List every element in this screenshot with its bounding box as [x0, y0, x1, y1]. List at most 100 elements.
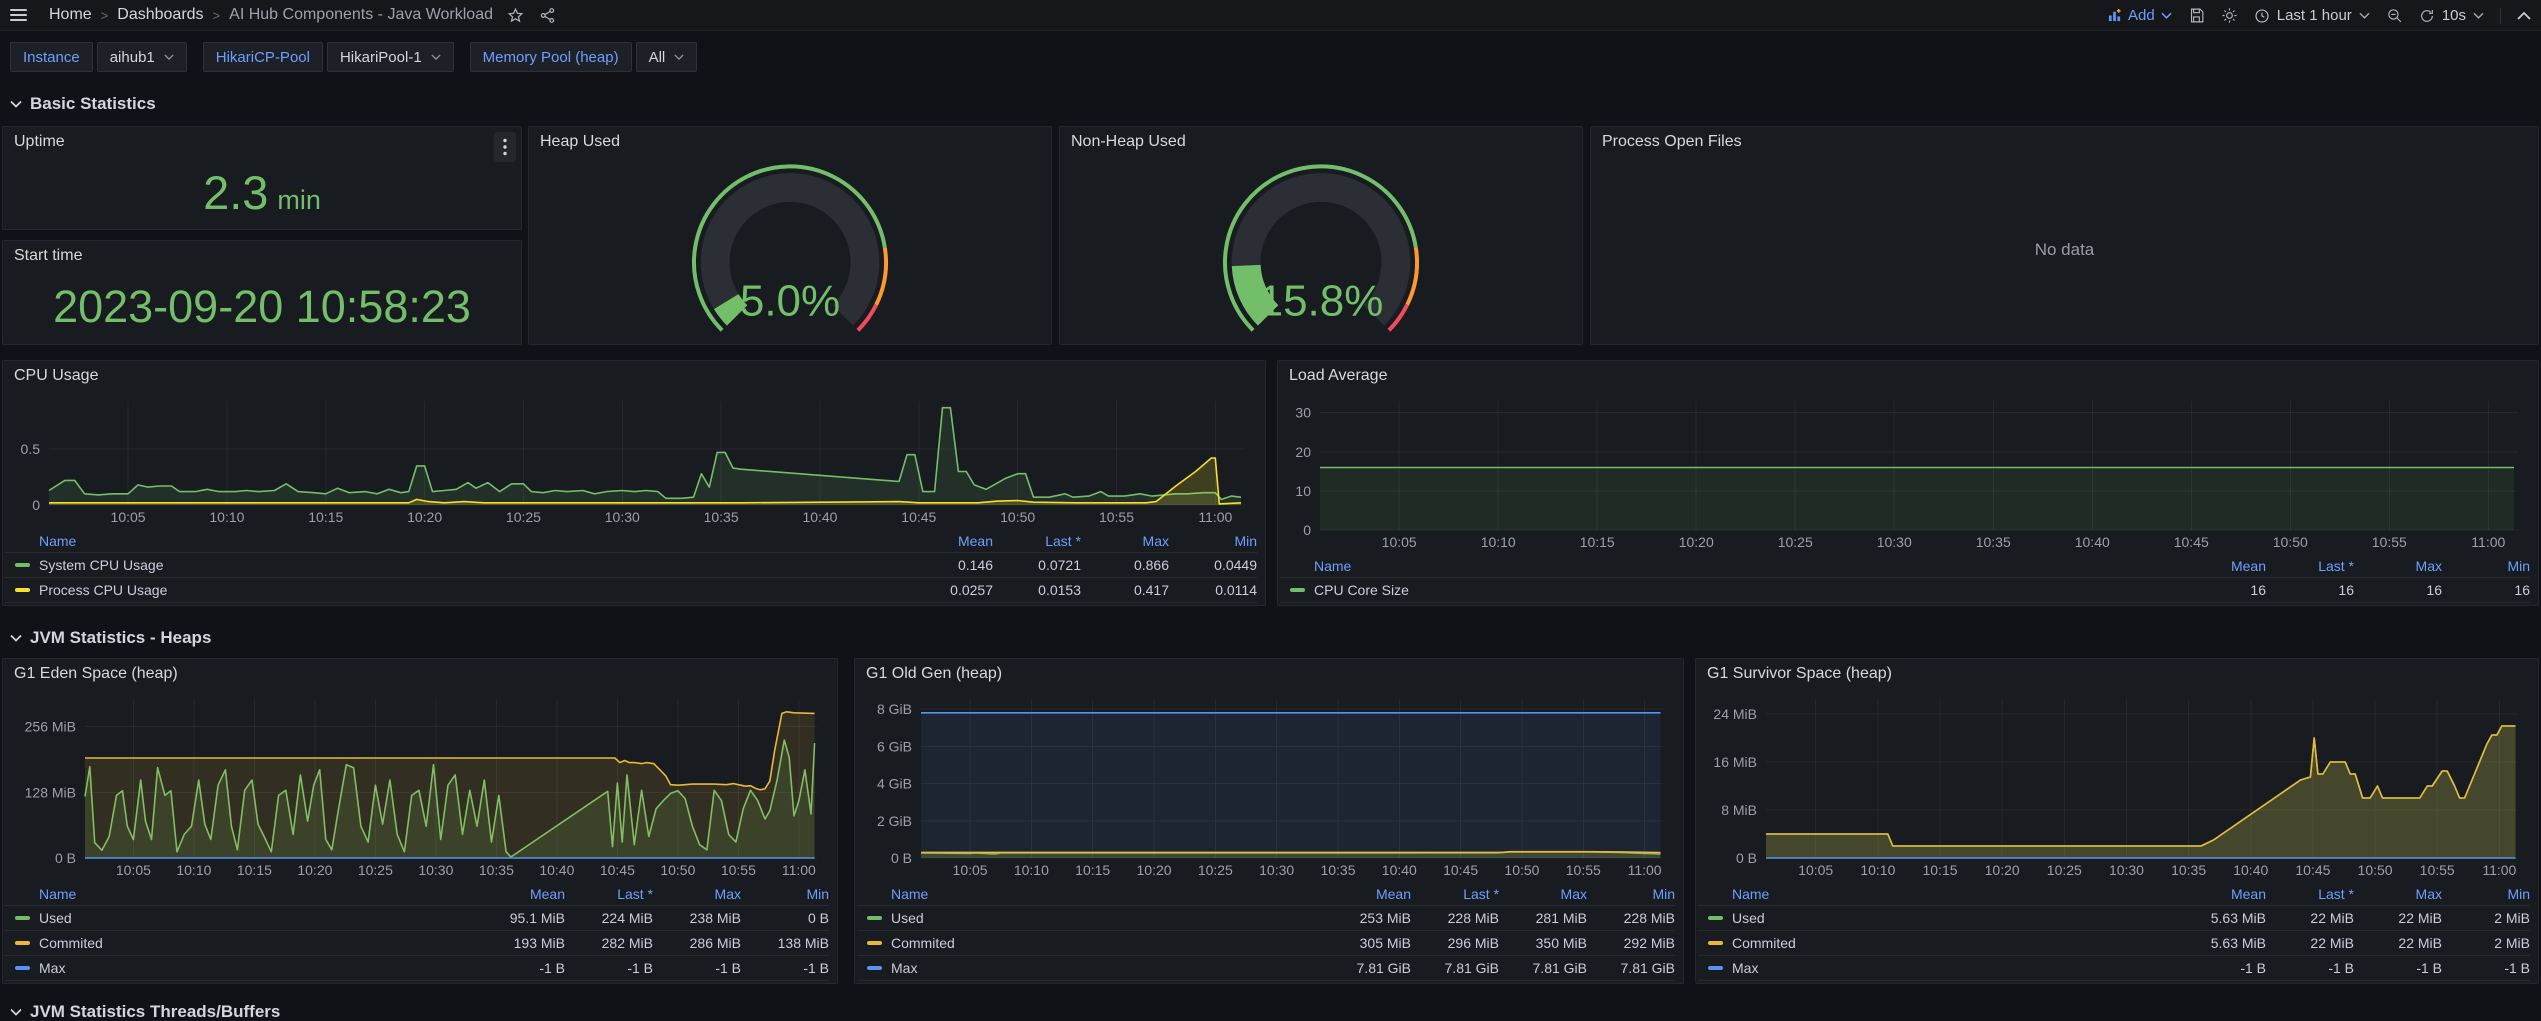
legend-col-min[interactable]: Min	[2442, 886, 2530, 902]
legend-col-mean[interactable]: Mean	[1323, 886, 1411, 902]
g1-old-gen-legend: NameMeanLast *MaxMinUsed253 MiB228 MiB28…	[857, 882, 1675, 981]
panel-title[interactable]: G1 Survivor Space (heap)	[1696, 659, 2538, 689]
series-name[interactable]: System CPU Usage	[39, 557, 905, 573]
series-name[interactable]: Commited	[39, 935, 477, 951]
legend-col-min[interactable]: Min	[2442, 558, 2530, 574]
g1-eden-space-chart[interactable]: 10:0510:1010:1510:2010:2510:3010:3510:40…	[5, 689, 833, 882]
section-basic-statistics[interactable]: Basic Statistics	[10, 94, 156, 114]
panel-title[interactable]: Non-Heap Used	[1060, 127, 1582, 157]
surv-plot-canvas[interactable]: 10:0510:1010:1510:2010:2510:3010:3510:40…	[1698, 689, 2534, 882]
series-name[interactable]: Commited	[891, 935, 1323, 951]
panel-title[interactable]: Uptime	[3, 127, 521, 157]
variable-instance-label[interactable]: Instance	[10, 42, 93, 72]
legend-col-mean[interactable]: Mean	[905, 533, 993, 549]
share-icon[interactable]	[539, 7, 556, 24]
legend-col-mean[interactable]: Mean	[2178, 558, 2266, 574]
series-stat-value: 7.81 GiB	[1411, 960, 1499, 976]
svg-text:10:55: 10:55	[1566, 862, 1601, 878]
panel-title[interactable]: G1 Old Gen (heap)	[855, 659, 1683, 689]
add-panel-button[interactable]: Add	[2107, 7, 2172, 24]
legend-col-last[interactable]: Last *	[993, 533, 1081, 549]
legend-col-max[interactable]: Max	[2354, 886, 2442, 902]
series-color-swatch	[1708, 966, 1723, 970]
legend-col-max[interactable]: Max	[1081, 533, 1169, 549]
series-color-swatch	[867, 966, 882, 970]
legend-col-name[interactable]: Name	[39, 886, 477, 902]
legend-col-last[interactable]: Last *	[2266, 558, 2354, 574]
series-stat-value: 5.63 MiB	[2178, 935, 2266, 951]
series-name[interactable]: Used	[39, 910, 477, 926]
legend-col-name[interactable]: Name	[39, 533, 905, 549]
svg-text:4 GiB: 4 GiB	[877, 776, 912, 792]
cpu-plot-canvas[interactable]: 10:0510:1010:1510:2010:2510:3010:3510:40…	[5, 391, 1261, 529]
breadcrumb-dashboard-title[interactable]: AI Hub Components - Java Workload	[229, 6, 493, 24]
dashboard-settings-gear-icon[interactable]	[2221, 7, 2238, 24]
legend-row: Commited193 MiB282 MiB286 MiB138 MiB	[5, 931, 829, 956]
section-jvm-heaps[interactable]: JVM Statistics - Heaps	[10, 628, 211, 648]
series-name[interactable]: Used	[891, 910, 1323, 926]
panel-title[interactable]: CPU Usage	[3, 361, 1265, 391]
series-stat-value: -1 B	[2354, 960, 2442, 976]
svg-text:0.5: 0.5	[21, 441, 41, 457]
svg-text:10:25: 10:25	[2047, 862, 2082, 878]
legend-col-min[interactable]: Min	[741, 886, 829, 902]
legend-col-mean[interactable]: Mean	[477, 886, 565, 902]
legend-col-mean[interactable]: Mean	[2178, 886, 2266, 902]
panel-title[interactable]: Heap Used	[529, 127, 1051, 157]
series-stat-value: 224 MiB	[565, 910, 653, 926]
svg-text:256 MiB: 256 MiB	[25, 719, 76, 735]
panel-title[interactable]: Start time	[3, 241, 521, 271]
legend-col-name[interactable]: Name	[1314, 558, 2178, 574]
legend-col-max[interactable]: Max	[1499, 886, 1587, 902]
legend-col-min[interactable]: Min	[1587, 886, 1675, 902]
oldgen-plot-canvas[interactable]: 10:0510:1010:1510:2010:2510:3010:3510:40…	[857, 689, 1679, 882]
eden-plot-canvas[interactable]: 10:0510:1010:1510:2010:2510:3010:3510:40…	[5, 689, 833, 882]
panel-uptime: Uptime 2.3min	[2, 126, 522, 230]
svg-text:10:30: 10:30	[605, 509, 640, 525]
svg-text:10:55: 10:55	[721, 862, 756, 878]
legend-col-last[interactable]: Last *	[565, 886, 653, 902]
panel-title[interactable]: G1 Eden Space (heap)	[3, 659, 837, 689]
variable-memory-pool-value[interactable]: All	[636, 42, 698, 72]
series-stat-value: 253 MiB	[1323, 910, 1411, 926]
collapse-topbar-chevron-up-icon[interactable]	[2517, 11, 2531, 20]
g1-survivor-space-chart[interactable]: 10:0510:1010:1510:2010:2510:3010:3510:40…	[1698, 689, 2534, 882]
series-name[interactable]: CPU Core Size	[1314, 582, 2178, 598]
variable-hikaricp-label[interactable]: HikariCP-Pool	[203, 42, 323, 72]
g1-old-gen-chart[interactable]: 10:0510:1010:1510:2010:2510:3010:3510:40…	[857, 689, 1679, 882]
load-plot-canvas[interactable]: 10:0510:1010:1510:2010:2510:3010:3510:40…	[1280, 391, 2534, 554]
section-jvm-threads-buffers[interactable]: JVM Statistics Threads/Buffers	[10, 1002, 280, 1021]
legend-col-name[interactable]: Name	[1732, 886, 2178, 902]
menu-icon[interactable]	[10, 9, 27, 21]
panel-title[interactable]: Load Average	[1278, 361, 2538, 391]
refresh-picker[interactable]: 10s	[2419, 7, 2484, 24]
zoom-out-time-icon[interactable]	[2386, 7, 2403, 24]
svg-text:10:30: 10:30	[418, 862, 453, 878]
g1-survivor-space-legend: NameMeanLast *MaxMinUsed5.63 MiB22 MiB22…	[1698, 882, 2530, 981]
legend-col-min[interactable]: Min	[1169, 533, 1257, 549]
series-name[interactable]: Process CPU Usage	[39, 582, 905, 598]
panel-title[interactable]: Process Open Files	[1591, 127, 2538, 157]
legend-col-max[interactable]: Max	[2354, 558, 2442, 574]
breadcrumb-dashboards[interactable]: Dashboards	[117, 6, 203, 24]
legend-col-last[interactable]: Last *	[1411, 886, 1499, 902]
variable-memory-pool-label[interactable]: Memory Pool (heap)	[470, 42, 632, 72]
breadcrumb-home[interactable]: Home	[49, 6, 92, 24]
series-name[interactable]: Used	[1732, 910, 2178, 926]
time-range-picker[interactable]: Last 1 hour	[2254, 7, 2370, 24]
variable-instance-value[interactable]: aihub1	[97, 42, 187, 72]
legend-col-name[interactable]: Name	[891, 886, 1323, 902]
cpu-usage-chart[interactable]: 10:0510:1010:1510:2010:2510:3010:3510:40…	[5, 391, 1261, 529]
svg-text:10:15: 10:15	[308, 509, 343, 525]
series-stat-value: 238 MiB	[653, 910, 741, 926]
series-name[interactable]: Max	[891, 960, 1323, 976]
legend-col-max[interactable]: Max	[653, 886, 741, 902]
series-name[interactable]: Commited	[1732, 935, 2178, 951]
load-average-chart[interactable]: 10:0510:1010:1510:2010:2510:3010:3510:40…	[1280, 391, 2534, 554]
legend-col-last[interactable]: Last *	[2266, 886, 2354, 902]
save-dashboard-icon[interactable]	[2188, 7, 2205, 24]
favorite-star-icon[interactable]	[507, 7, 524, 24]
variable-hikaricp-value[interactable]: HikariPool-1	[327, 42, 454, 72]
series-name[interactable]: Max	[1732, 960, 2178, 976]
series-name[interactable]: Max	[39, 960, 477, 976]
